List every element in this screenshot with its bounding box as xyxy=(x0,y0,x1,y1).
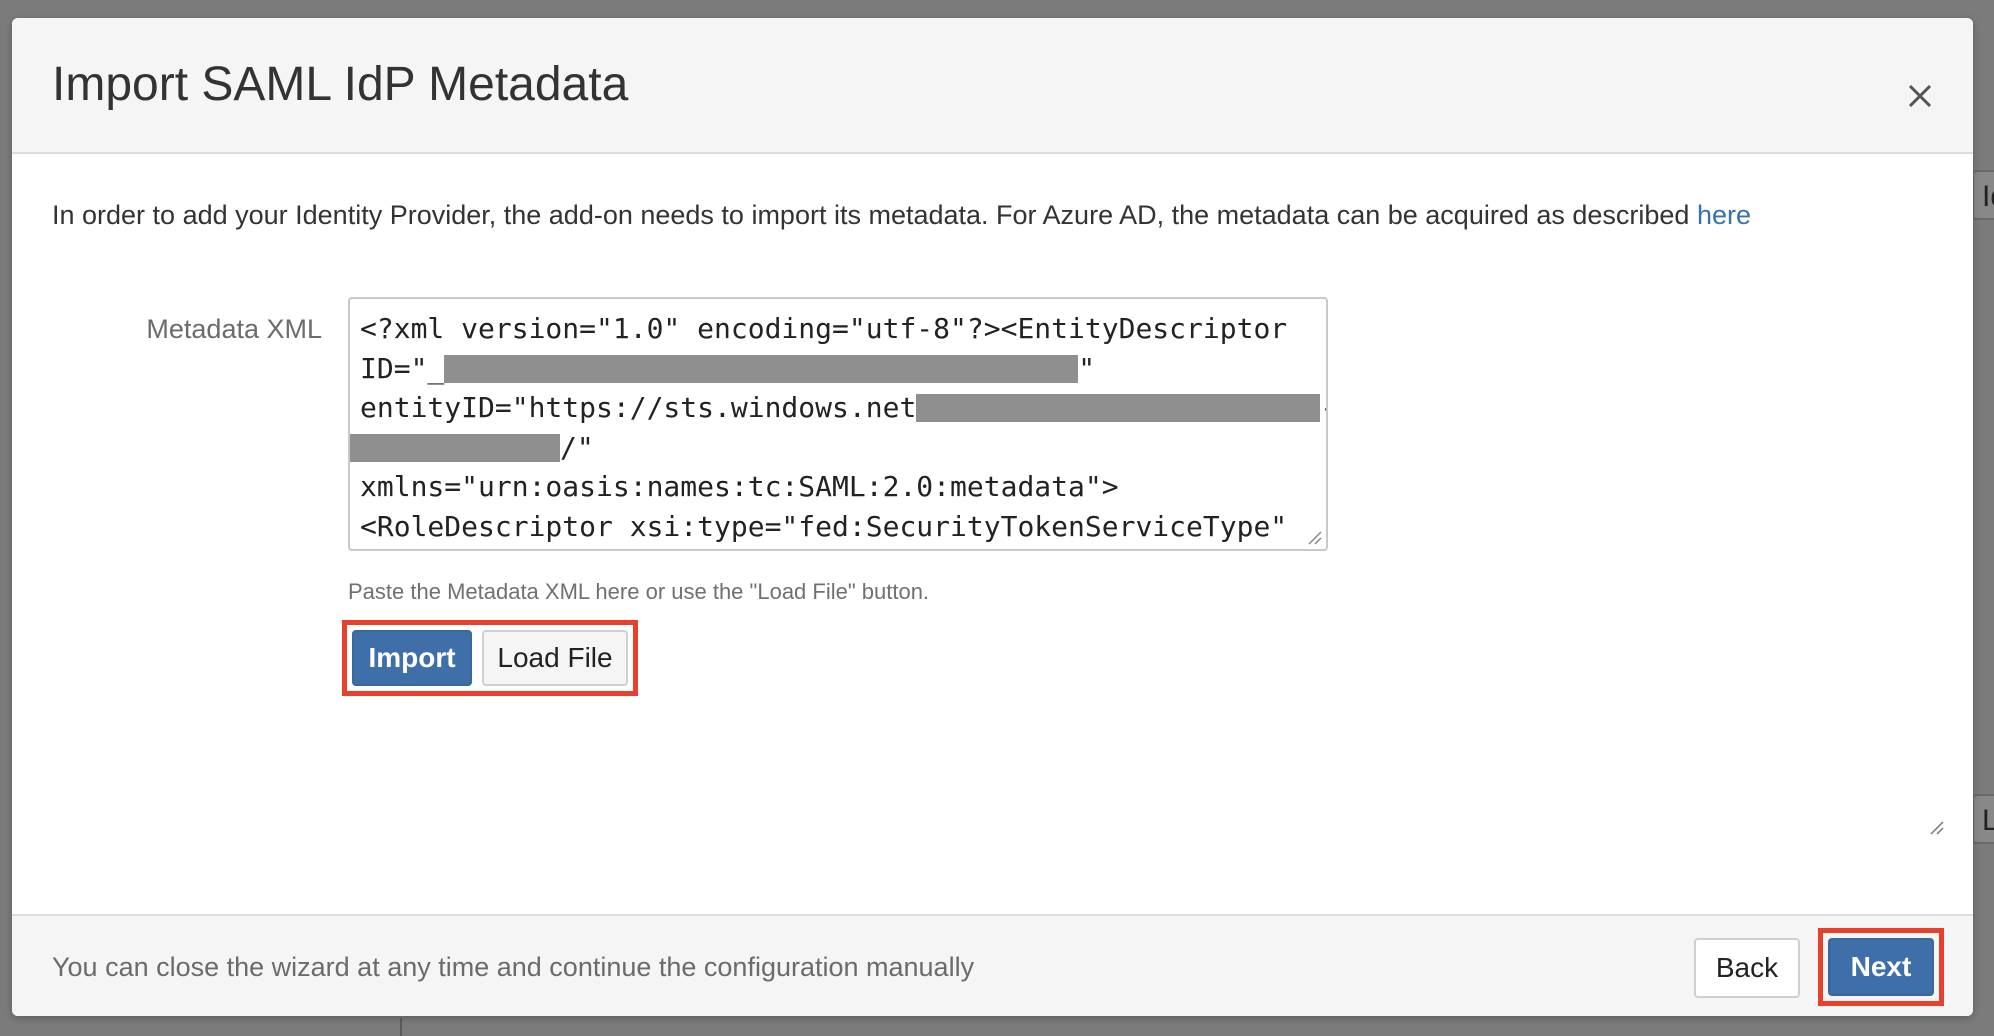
xml-line-3-start: entityID="https://sts.windows.net xyxy=(360,391,917,425)
import-button[interactable]: Import xyxy=(352,630,472,686)
xml-line-2: ID="_ " xyxy=(360,349,1316,389)
resize-grip-icon[interactable] xyxy=(1305,528,1323,546)
background-field-bottom: Lo xyxy=(1972,794,1994,844)
dialog-resize-grip-icon[interactable] xyxy=(1927,818,1945,836)
xml-line-4-end: /" xyxy=(560,430,594,464)
close-button[interactable] xyxy=(1892,68,1948,124)
redacted-block xyxy=(916,394,1321,423)
back-button[interactable]: Back xyxy=(1694,938,1800,998)
dialog-body: In order to add your Identity Provider, … xyxy=(12,154,1973,894)
load-file-button[interactable]: Load File xyxy=(482,630,628,686)
xml-line-5: xmlns="urn:oasis:names:tc:SAML:2.0:metad… xyxy=(360,470,1119,504)
dialog-footer: You can close the wizard at any time and… xyxy=(12,914,1973,1016)
xml-line-1: <?xml version="1.0" encoding="utf-8"?><E… xyxy=(360,312,1288,345)
redacted-block xyxy=(350,433,560,462)
xml-line-3-end: - xyxy=(1320,391,1326,424)
close-icon xyxy=(1908,84,1932,108)
xml-line-6: <RoleDescriptor xsi:type="fed:SecurityTo… xyxy=(360,509,1288,543)
dialog-title: Import SAML IdP Metadata xyxy=(52,58,629,111)
xml-line-3: entityID="https://sts.windows.net - xyxy=(360,388,1326,428)
xml-line-4: /" xyxy=(350,428,1316,468)
background-field-top: Id xyxy=(1972,170,1994,220)
footer-hint: You can close the wizard at any time and… xyxy=(52,952,975,982)
intro-help-link[interactable]: here xyxy=(1697,200,1751,230)
next-button[interactable]: Next xyxy=(1828,938,1934,996)
import-metadata-dialog: Import SAML IdP Metadata In order to add… xyxy=(12,18,1973,1016)
intro-text: In order to add your Identity Provider, … xyxy=(52,200,1751,231)
xml-line-2-end: " xyxy=(1078,351,1096,385)
metadata-xml-hint: Paste the Metadata XML here or use the "… xyxy=(348,579,930,604)
background-divider xyxy=(400,1018,402,1036)
redacted-block xyxy=(444,354,1079,383)
intro-text-body: In order to add your Identity Provider, … xyxy=(52,200,1697,230)
xml-line-2-start: ID="_ xyxy=(360,351,445,385)
dialog-header: Import SAML IdP Metadata xyxy=(12,18,1973,154)
metadata-xml-label: Metadata XML xyxy=(146,314,322,344)
metadata-xml-textarea[interactable]: <?xml version="1.0" encoding="utf-8"?><E… xyxy=(348,297,1328,551)
